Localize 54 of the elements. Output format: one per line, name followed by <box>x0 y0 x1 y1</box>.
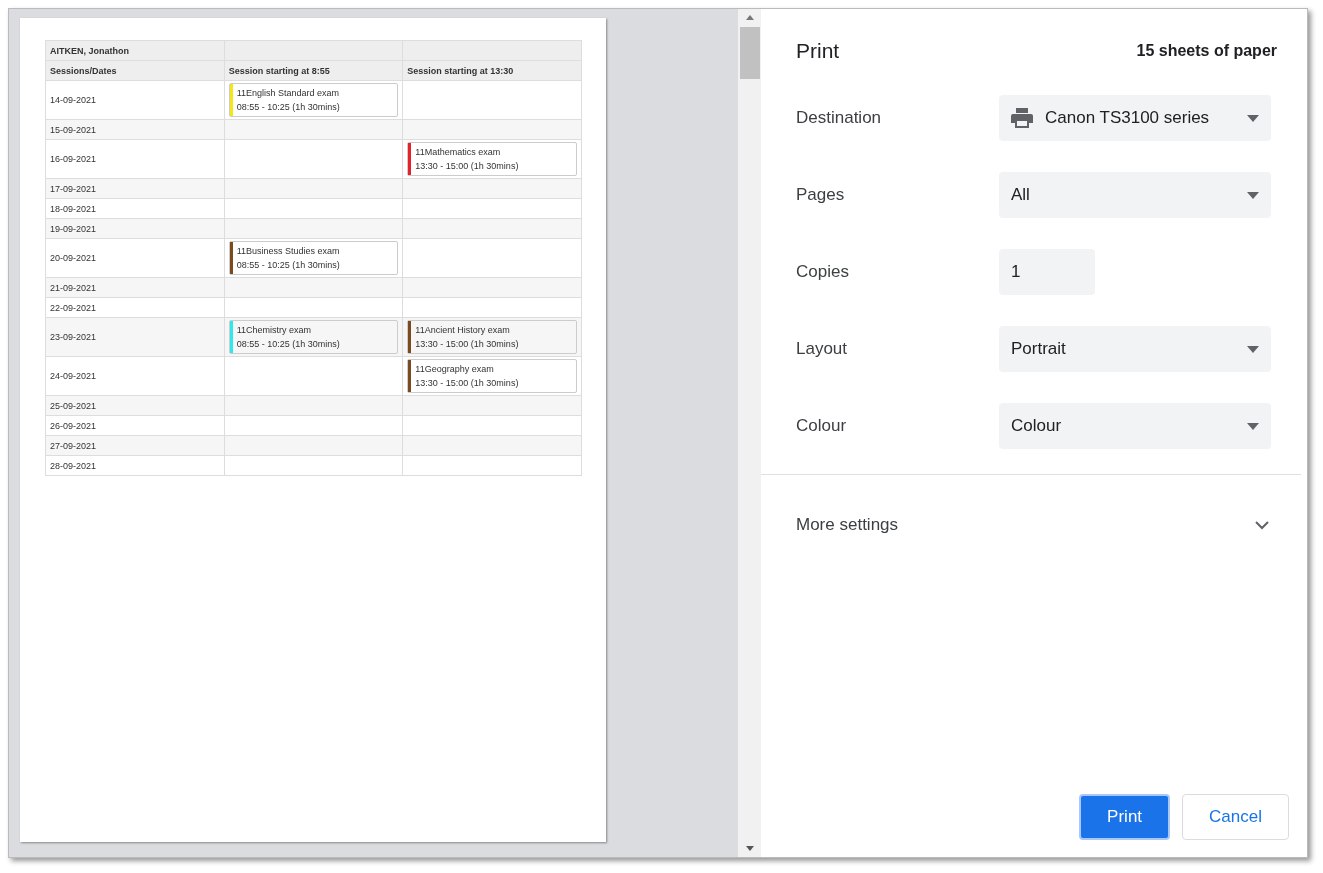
date-cell: 24-09-2021 <box>45 356 225 396</box>
date-cell: 15-09-2021 <box>45 119 225 140</box>
setting-label: Layout <box>796 339 849 359</box>
dropdown[interactable]: All <box>999 172 1271 218</box>
date-cell: 22-09-2021 <box>45 297 225 318</box>
exam-time: 08:55 - 10:25 (1h 30mins) <box>236 101 340 114</box>
exam-time: 13:30 - 15:00 (1h 30mins) <box>415 160 519 173</box>
dropdown-caret-icon <box>1247 422 1259 430</box>
dropdown[interactable]: Colour <box>999 403 1271 449</box>
dropdown[interactable]: Portrait <box>999 326 1271 372</box>
date-cell: 23-09-2021 <box>45 317 225 357</box>
sheet-count: 15 sheets of paper <box>1136 42 1277 60</box>
scroll-up-icon[interactable] <box>744 13 755 23</box>
chevron-icon[interactable] <box>1255 520 1269 530</box>
dropdown[interactable]: Canon TS3100 series <box>999 95 1271 141</box>
student-name: AITKEN, Jonathon <box>45 40 225 61</box>
dropdown-caret-icon <box>1247 191 1259 199</box>
scrollbar[interactable] <box>738 9 761 857</box>
date-cell: 16-09-2021 <box>45 139 225 179</box>
cancel-button[interactable]: Cancel <box>1182 794 1289 840</box>
date-cell: 20-09-2021 <box>45 238 225 278</box>
copies-field[interactable]: 1 <box>999 249 1095 295</box>
printer-icon <box>1011 108 1033 128</box>
exam-title: 11Ancient History exam <box>415 324 511 337</box>
scroll-down-icon[interactable] <box>744 843 755 853</box>
setting-label: Pages <box>796 185 846 205</box>
dialog-title: Print <box>796 39 840 63</box>
print-button[interactable]: Print <box>1079 794 1171 840</box>
setting-label: Destination <box>796 108 883 128</box>
date-cell: 27-09-2021 <box>45 435 225 456</box>
exam-title: 11Business Studies exam <box>236 245 340 258</box>
exam-time: 13:30 - 15:00 (1h 30mins) <box>415 338 519 351</box>
date-cell: 25-09-2021 <box>45 395 225 416</box>
date-cell: 28-09-2021 <box>45 455 225 476</box>
exam-title: 11Mathematics exam <box>415 146 502 159</box>
exam-title: 11Geography exam <box>415 363 495 376</box>
date-cell: 21-09-2021 <box>45 277 225 298</box>
date-cell: 18-09-2021 <box>45 198 225 219</box>
exam-time: 08:55 - 10:25 (1h 30mins) <box>236 259 340 272</box>
exam-time: 13:30 - 15:00 (1h 30mins) <box>415 377 519 390</box>
exam-time: 08:55 - 10:25 (1h 30mins) <box>236 338 340 351</box>
date-cell: 19-09-2021 <box>45 218 225 239</box>
more-settings-toggle[interactable]: More settings <box>796 515 899 535</box>
date-cell: 26-09-2021 <box>45 415 225 436</box>
column-header: Sessions/Dates <box>45 60 225 81</box>
setting-label: Copies <box>796 262 850 282</box>
scroll-thumb[interactable] <box>739 27 760 79</box>
exam-title: 11English Standard exam <box>236 87 340 100</box>
dropdown-caret-icon <box>1247 114 1259 122</box>
date-cell: 14-09-2021 <box>45 80 225 120</box>
dropdown-caret-icon <box>1247 345 1259 353</box>
setting-label: Colour <box>796 416 848 436</box>
exam-title: 11Chemistry exam <box>236 324 312 337</box>
date-cell: 17-09-2021 <box>45 178 225 199</box>
